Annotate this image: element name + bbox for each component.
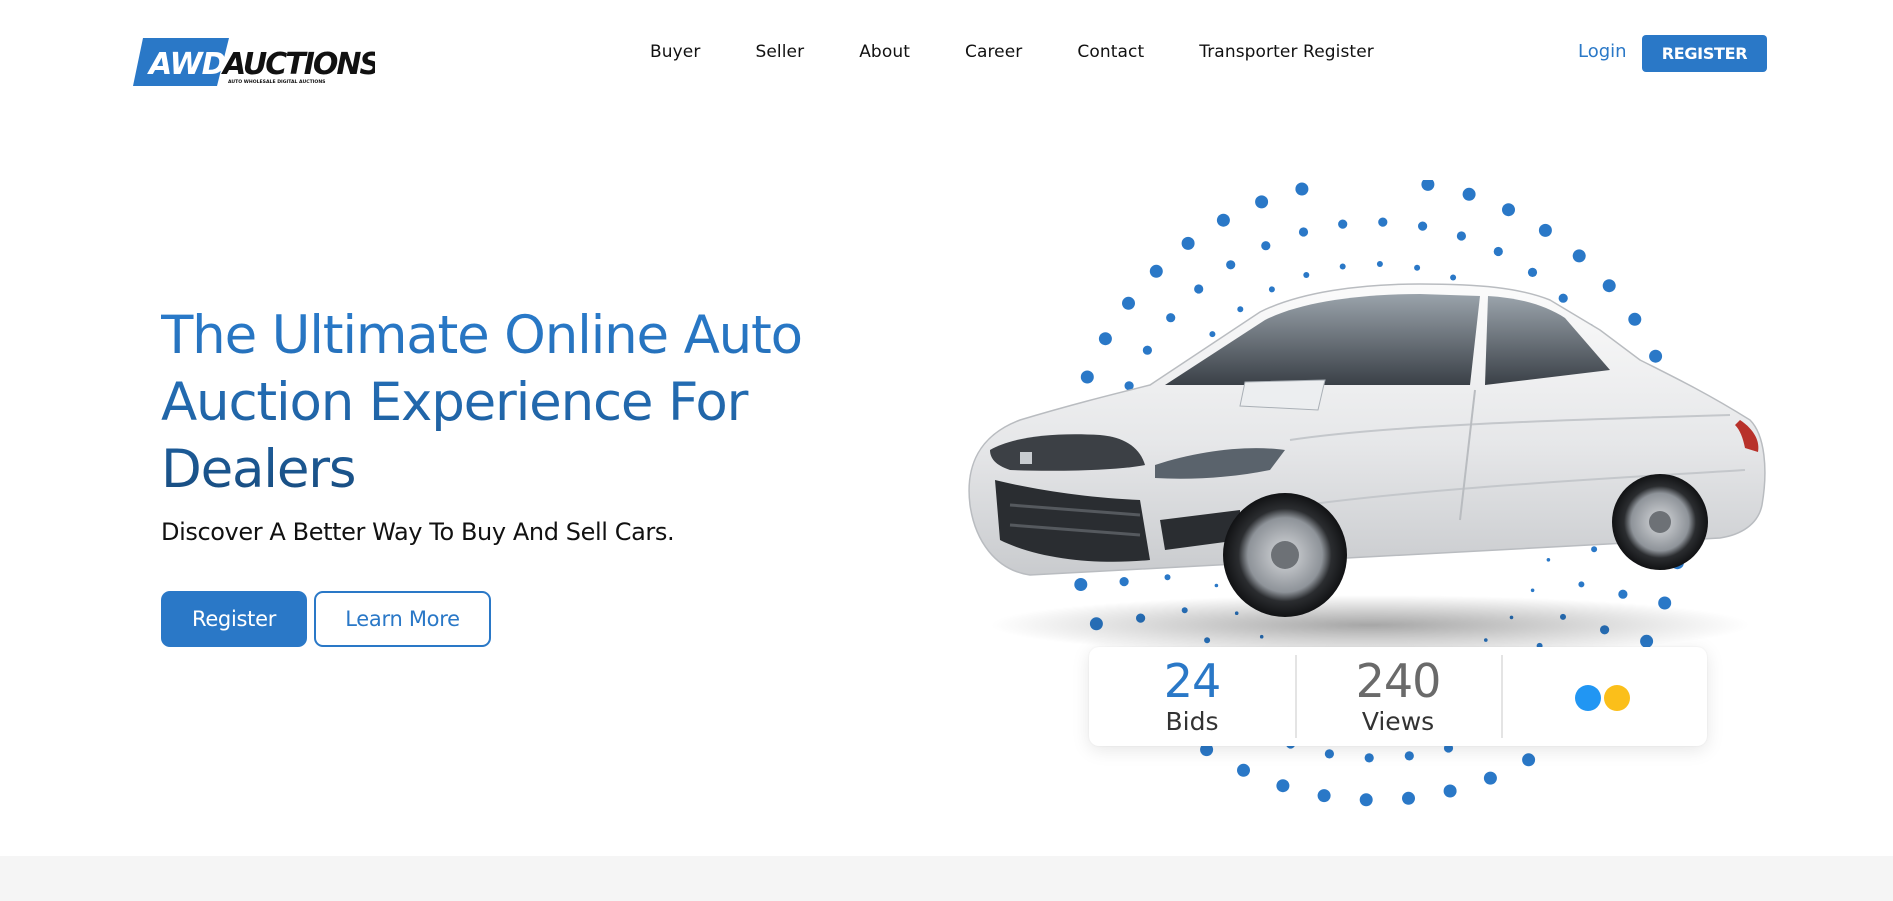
ring-dot (1261, 241, 1271, 251)
ring-dot (1530, 588, 1535, 593)
ring-dot (1456, 231, 1466, 241)
views-count: 240 (1355, 654, 1442, 708)
ring-dot (1166, 313, 1176, 323)
ring-dot (1483, 771, 1497, 785)
ring-dot (1298, 227, 1309, 237)
ring-dot (1181, 236, 1195, 250)
logo-tagline: AUTO WHOLESALE DIGITAL AUCTIONS (228, 79, 325, 85)
ring-dot (1255, 195, 1269, 209)
ring-dot (1324, 749, 1334, 759)
ring-dot (1462, 187, 1476, 201)
login-link[interactable]: Login (1578, 41, 1627, 62)
ring-dot (1602, 279, 1616, 293)
ring-dot (1359, 793, 1373, 807)
ring-dot (1421, 180, 1435, 191)
bids-label: Bids (1165, 707, 1219, 736)
views-label: Views (1361, 707, 1435, 736)
ring-dot (1578, 581, 1585, 588)
ring-dot (1527, 267, 1538, 277)
ring-dot (1628, 312, 1642, 326)
ring-dot (1558, 293, 1568, 303)
ring-dot (1618, 589, 1628, 599)
bids-count: 24 (1163, 654, 1222, 708)
ring-dot (1216, 213, 1230, 227)
ring-dot (1237, 763, 1250, 777)
nav-item-about[interactable]: About (859, 42, 910, 62)
hero-subtitle: Discover A Better Way To Buy And Sell Ca… (161, 518, 675, 546)
ring-dot (1164, 574, 1171, 581)
next-section-band (0, 856, 1893, 901)
auction-stats-card: 24 Bids 240 Views (1089, 647, 1707, 746)
ring-dot (1149, 264, 1163, 278)
ring-dot (1364, 753, 1374, 763)
car-image (968, 283, 1766, 655)
ring-dot (1339, 263, 1346, 270)
ring-dot (1268, 286, 1275, 293)
ring-dot (1122, 296, 1135, 310)
ring-dot (1443, 784, 1457, 798)
yellow-dot-icon (1604, 684, 1630, 711)
ring-dot (1418, 221, 1428, 231)
ring-dot (1295, 182, 1309, 196)
ring-dot (1378, 217, 1388, 227)
ring-dot (1376, 261, 1383, 267)
ring-dot (1538, 223, 1552, 237)
ring-dot (1194, 284, 1204, 294)
ring-dot (1546, 558, 1551, 562)
ring-dot (1572, 249, 1586, 263)
bids-stat: 24 Bids (1089, 647, 1295, 746)
ring-dot (1209, 331, 1216, 338)
hero-title: The Ultimate Online Auto Auction Experie… (161, 302, 921, 503)
ring-dot (1338, 219, 1348, 229)
ring-dot (1591, 546, 1598, 553)
register-header-button[interactable]: REGISTER (1642, 35, 1767, 72)
main-nav: Buyer Seller About Career Contact Transp… (650, 42, 1374, 62)
color-dots-indicator (1575, 683, 1633, 711)
site-header: AWD AUCTIONS AUTO WHOLESALE DIGITAL AUCT… (0, 0, 1893, 108)
nav-item-career[interactable]: Career (965, 42, 1022, 62)
ring-dot (1414, 264, 1421, 271)
ring-dot (1450, 274, 1457, 281)
ring-dot (1214, 583, 1219, 588)
nav-item-buyer[interactable]: Buyer (650, 42, 700, 62)
views-stat: 240 Views (1295, 647, 1501, 746)
hero-register-button[interactable]: Register (161, 591, 307, 647)
learn-more-button[interactable]: Learn More (314, 591, 491, 647)
logo-auctions-text: AUCTIONS (221, 47, 375, 82)
nav-item-seller[interactable]: Seller (755, 42, 804, 62)
ring-dot (1493, 246, 1503, 257)
ring-dot (1237, 306, 1244, 313)
ring-dot (1080, 370, 1094, 384)
ring-dot (1226, 260, 1236, 270)
ring-dot (1276, 779, 1290, 793)
ring-dot (1098, 332, 1112, 346)
ring-dot (1502, 203, 1515, 217)
ring-dot (1402, 791, 1415, 805)
ring-dot (1142, 345, 1152, 355)
ring-dot (1303, 272, 1310, 278)
ring-dot (1074, 578, 1088, 591)
nav-item-contact[interactable]: Contact (1077, 42, 1144, 62)
ring-dot (1404, 751, 1414, 761)
awd-auctions-logo[interactable]: AWD AUCTIONS AUTO WHOLESALE DIGITAL AUCT… (133, 36, 375, 88)
nav-item-transporter-register[interactable]: Transporter Register (1199, 42, 1374, 62)
logo-awd-text: AWD (147, 47, 226, 82)
ring-dot (1649, 349, 1663, 363)
indicator-stat (1501, 647, 1707, 746)
ring-dot (1119, 577, 1129, 587)
ring-dot (1522, 753, 1536, 767)
blue-dot-icon (1575, 684, 1601, 711)
ring-dot (1317, 789, 1331, 803)
